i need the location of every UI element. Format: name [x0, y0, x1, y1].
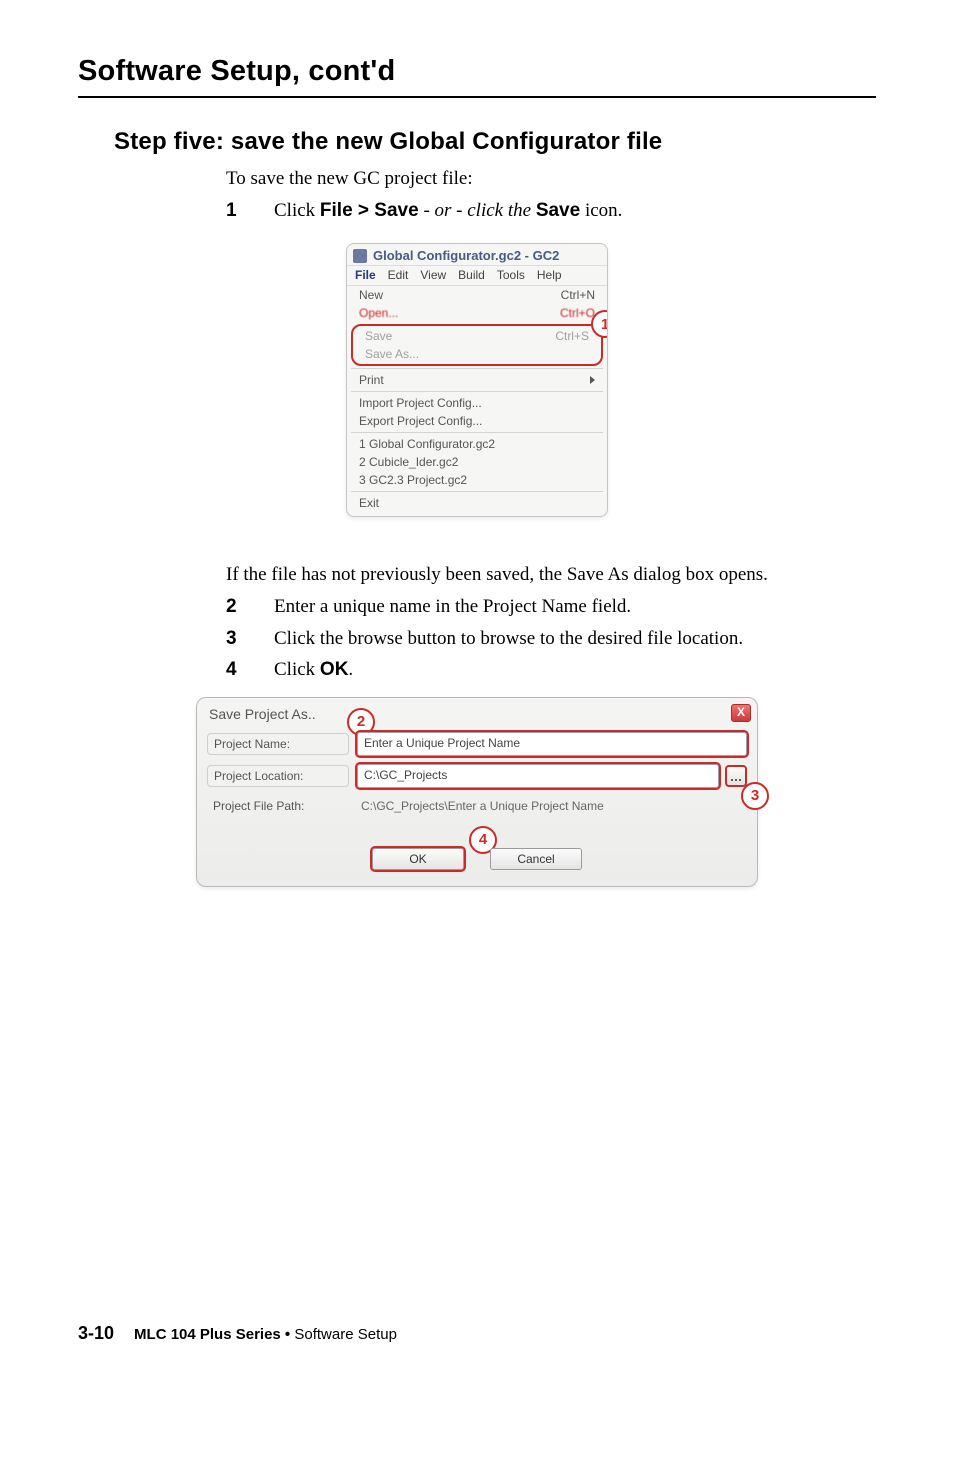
ok-button[interactable]: OK	[372, 848, 464, 870]
footer-light: Software Setup	[294, 1326, 397, 1343]
menu-file[interactable]: File	[355, 268, 376, 282]
menu-item-new-shortcut: Ctrl+N	[561, 288, 595, 302]
menu-tools[interactable]: Tools	[497, 268, 525, 282]
file-menu-dropdown: New Ctrl+N Open... Ctrl+O 1 Save Ctrl+S …	[347, 286, 607, 516]
menu-separator	[351, 432, 603, 433]
menu-item-export-label: Export Project Config...	[359, 414, 482, 428]
step-2: 2 Enter a unique name in the Project Nam…	[226, 594, 876, 620]
step-1-suffix: icon.	[580, 200, 622, 221]
menu-item-save[interactable]: Save Ctrl+S	[353, 327, 601, 345]
menu-item-saveas-label: Save As...	[365, 347, 419, 361]
dot-icon	[739, 779, 741, 781]
step-1: 1 Click File > Save - or - click the Sav…	[226, 198, 876, 224]
menu-item-recent-1[interactable]: 1 Global Configurator.gc2	[347, 435, 607, 453]
menu-item-exit[interactable]: Exit	[347, 494, 607, 512]
dot-icon	[735, 779, 737, 781]
dialog-button-row: OK 4 Cancel	[207, 848, 747, 870]
row-project-name: Project Name: Enter a Unique Project Nam…	[207, 728, 747, 760]
menu-item-recent-3-label: 3 GC2.3 Project.gc2	[359, 473, 467, 487]
page-number: 3-10	[78, 1323, 114, 1344]
menu-item-recent-1-label: 1 Global Configurator.gc2	[359, 437, 495, 451]
menu-item-exit-label: Exit	[359, 496, 379, 510]
menu-item-export[interactable]: Export Project Config...	[347, 412, 607, 430]
browse-button[interactable]	[725, 765, 747, 787]
label-project-location: Project Location:	[207, 765, 349, 787]
menu-item-import-label: Import Project Config...	[359, 396, 482, 410]
footer-bold: MLC 104 Plus Series •	[134, 1326, 294, 1343]
menu-item-recent-3[interactable]: 3 GC2.3 Project.gc2	[347, 471, 607, 489]
step-1-mid: - or - click the	[419, 200, 536, 221]
menu-build[interactable]: Build	[458, 268, 485, 282]
menu-bar: File Edit View Build Tools Help	[347, 265, 607, 286]
menu-item-save-shortcut: Ctrl+S	[555, 329, 589, 343]
row-project-path: Project File Path: C:\GC_Projects\Enter …	[207, 792, 747, 820]
menu-item-save-label: Save	[365, 329, 392, 343]
menu-item-import[interactable]: Import Project Config...	[347, 394, 607, 412]
menu-item-saveas[interactable]: Save As...	[353, 345, 601, 363]
step-2-number: 2	[226, 594, 248, 620]
titlebar: Global Configurator.gc2 - GC2	[347, 244, 607, 265]
menu-item-open[interactable]: Open... Ctrl+O	[347, 304, 607, 322]
submenu-caret-icon	[584, 373, 595, 387]
intro-text: To save the new GC project file:	[226, 166, 876, 192]
step-4-text: Click OK.	[274, 657, 876, 683]
project-file-path-text: C:\GC_Projects\Enter a Unique Project Na…	[355, 796, 747, 816]
menu-item-print[interactable]: Print	[347, 371, 607, 389]
menu-separator	[351, 368, 603, 369]
label-project-path: Project File Path:	[207, 796, 347, 816]
step-title: Step five: save the new Global Configura…	[114, 128, 876, 156]
after-menu-text: If the file has not previously been save…	[226, 562, 876, 588]
save-dialog-figure: X Save Project As.. 2 Project Name: Ente…	[78, 697, 876, 887]
app-icon	[353, 249, 367, 263]
callout-3: 3	[741, 782, 769, 810]
row-project-location: Project Location: C:\GC_Projects	[207, 760, 747, 792]
project-name-input[interactable]: Enter a Unique Project Name	[357, 732, 747, 756]
section-title: Software Setup, cont'd	[78, 55, 876, 88]
label-project-name: Project Name:	[207, 733, 349, 755]
step-4: 4 Click OK.	[226, 657, 876, 683]
save-project-dialog: X Save Project As.. 2 Project Name: Ente…	[196, 697, 758, 887]
menu-item-new[interactable]: New Ctrl+N	[347, 286, 607, 304]
page-footer: 3-10 MLC 104 Plus Series • Software Setu…	[78, 1323, 397, 1344]
step-1-bold1: File > Save	[320, 200, 419, 221]
project-location-input[interactable]: C:\GC_Projects	[357, 764, 719, 788]
cancel-button[interactable]: Cancel	[490, 848, 582, 870]
menu-item-print-label: Print	[359, 373, 384, 387]
step-3: 3 Click the browse button to browse to t…	[226, 626, 876, 652]
step-3-text: Click the browse button to browse to the…	[274, 626, 876, 652]
step-4-prefix: Click	[274, 659, 320, 680]
app-window: Global Configurator.gc2 - GC2 File Edit …	[346, 243, 608, 517]
dot-icon	[731, 779, 733, 781]
step-4-number: 4	[226, 657, 248, 683]
menu-item-open-shortcut: Ctrl+O	[560, 306, 595, 320]
menu-item-open-label: Open...	[359, 306, 398, 320]
save-highlight: 1 Save Ctrl+S Save As...	[351, 324, 603, 366]
section-title-rule	[78, 96, 876, 98]
menu-item-recent-2-label: 2 Cubicle_Ider.gc2	[359, 455, 458, 469]
step-1-bold2: Save	[536, 200, 580, 221]
menu-view[interactable]: View	[420, 268, 446, 282]
step-4-bold: OK	[320, 659, 349, 680]
menu-help[interactable]: Help	[537, 268, 562, 282]
step-1-prefix: Click	[274, 200, 320, 221]
step-3-number: 3	[226, 626, 248, 652]
dialog-close-button[interactable]: X	[731, 704, 751, 722]
footer-text: MLC 104 Plus Series • Software Setup	[134, 1326, 397, 1343]
step-1-text: Click File > Save - or - click the Save …	[274, 198, 876, 224]
menu-item-recent-2[interactable]: 2 Cubicle_Ider.gc2	[347, 453, 607, 471]
file-menu-figure: Global Configurator.gc2 - GC2 File Edit …	[78, 243, 876, 522]
step-1-number: 1	[226, 198, 248, 224]
step-4-suffix: .	[348, 659, 353, 680]
menu-separator	[351, 491, 603, 492]
menu-separator	[351, 391, 603, 392]
step-2-text: Enter a unique name in the Project Name …	[274, 594, 876, 620]
menu-item-new-label: New	[359, 288, 383, 302]
menu-edit[interactable]: Edit	[388, 268, 409, 282]
dialog-title: Save Project As..	[207, 704, 747, 728]
titlebar-text: Global Configurator.gc2 - GC2	[373, 248, 559, 263]
